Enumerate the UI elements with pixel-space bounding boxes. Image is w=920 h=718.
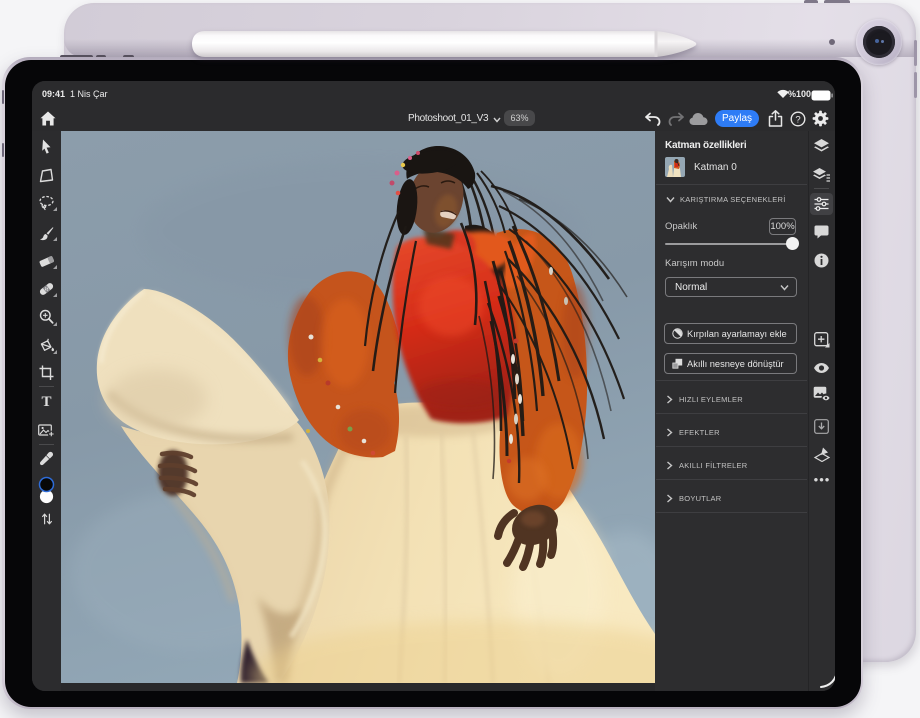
svg-text:?: ? (795, 114, 800, 125)
